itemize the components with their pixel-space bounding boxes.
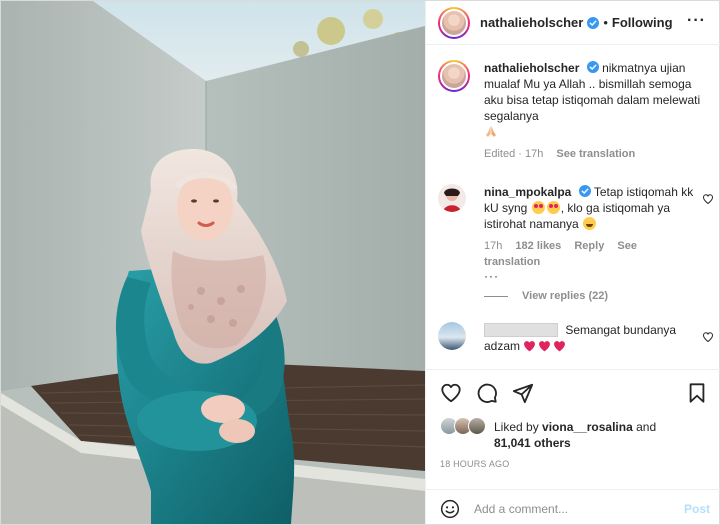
liked-by-user[interactable]: viona__rosalina bbox=[542, 420, 633, 434]
caption-see-translation[interactable]: See translation bbox=[556, 148, 635, 160]
view-replies-line bbox=[484, 295, 508, 297]
caption-avatar[interactable] bbox=[438, 60, 470, 92]
comment-like-heart-icon[interactable] bbox=[702, 331, 714, 343]
header-separator: • bbox=[603, 15, 608, 30]
grinning-emoji-icon bbox=[583, 217, 597, 230]
view-replies-button[interactable]: View replies (22) bbox=[484, 290, 608, 302]
post-actions-bar bbox=[426, 369, 720, 415]
post-photo[interactable] bbox=[1, 1, 425, 524]
caption-meta: Edited · 17h See translation bbox=[484, 146, 714, 162]
author-avatar[interactable] bbox=[438, 6, 470, 39]
post-timestamp[interactable]: 18 HOURS AGO bbox=[440, 459, 509, 469]
comment-like-heart-icon[interactable] bbox=[702, 193, 714, 205]
red-heart-emoji-icon bbox=[539, 341, 551, 352]
photo-illustration bbox=[1, 1, 425, 524]
redacted-username bbox=[484, 323, 558, 337]
comment-avatar-image bbox=[438, 322, 466, 350]
comment-avatar-image bbox=[438, 184, 466, 212]
caption-body: nathalieholscher nikmatnya ujian mualaf … bbox=[484, 60, 714, 162]
bookmark-icon[interactable] bbox=[686, 382, 708, 404]
comment-time: 17h bbox=[484, 240, 503, 252]
caption-username[interactable]: nathalieholscher bbox=[484, 61, 579, 75]
add-comment-input[interactable] bbox=[474, 500, 664, 518]
more-options-icon[interactable]: ··· bbox=[687, 13, 706, 29]
post-header: nathalieholscher • Following ··· bbox=[426, 1, 720, 45]
comment-username[interactable]: nina_mpokalpa bbox=[484, 185, 571, 199]
emoji-icon[interactable] bbox=[440, 499, 460, 519]
comment-avatar[interactable] bbox=[438, 184, 466, 212]
comment-item: nina_mpokalpa Tetap istiqomah kk kU syng… bbox=[438, 184, 714, 282]
post-side-panel: nathalieholscher • Following ··· nathali… bbox=[425, 1, 720, 525]
comment-icon[interactable] bbox=[476, 382, 498, 404]
comment-item: Semangat bundanya adzam bbox=[438, 322, 714, 354]
comment-reply-button[interactable]: Reply bbox=[574, 240, 604, 252]
likes-joiner: and bbox=[636, 420, 657, 434]
liker-avatar bbox=[468, 417, 486, 435]
praying-hands-icon bbox=[486, 126, 496, 137]
liker-avatars bbox=[440, 417, 488, 435]
caption-edited: Edited · 17h bbox=[484, 148, 544, 160]
comment-likes[interactable]: 182 likes bbox=[515, 240, 561, 252]
author-username[interactable]: nathalieholscher bbox=[480, 15, 583, 30]
instagram-post: nathalieholscher • Following ··· nathali… bbox=[0, 0, 720, 525]
add-comment-bar: Post bbox=[426, 489, 720, 525]
verified-icon bbox=[586, 61, 599, 73]
star-eyes-emoji-icon bbox=[531, 201, 545, 214]
star-eyes-emoji-icon bbox=[546, 201, 560, 214]
comment-body: Semangat bundanya adzam bbox=[484, 322, 696, 354]
red-heart-emoji-icon bbox=[554, 341, 566, 352]
following-button[interactable]: Following bbox=[612, 15, 673, 30]
post-comment-button[interactable]: Post bbox=[684, 502, 710, 516]
verified-icon bbox=[578, 185, 591, 197]
verified-icon bbox=[587, 16, 600, 29]
likes-text: Liked by viona__rosalina and 81,041 othe… bbox=[494, 419, 656, 451]
view-replies-label: View replies (22) bbox=[522, 290, 609, 302]
comments-section[interactable]: nathalieholscher nikmatnya ujian mualaf … bbox=[426, 46, 720, 368]
red-heart-emoji-icon bbox=[524, 341, 536, 352]
share-icon[interactable] bbox=[512, 382, 534, 404]
post-caption: nathalieholscher nikmatnya ujian mualaf … bbox=[438, 60, 714, 162]
heart-icon[interactable] bbox=[440, 382, 462, 404]
comment-meta: 17h 182 likes Reply See translation bbox=[484, 238, 696, 270]
author-avatar-image bbox=[440, 8, 468, 37]
likes-others[interactable]: 81,041 others bbox=[494, 436, 571, 450]
comment-body: nina_mpokalpa Tetap istiqomah kk kU syng… bbox=[484, 184, 696, 282]
comment-more-icon[interactable]: ··· bbox=[484, 270, 696, 282]
caption-avatar-image bbox=[440, 62, 468, 90]
likes-prefix: Liked by bbox=[494, 420, 539, 434]
comment-avatar[interactable] bbox=[438, 322, 466, 350]
likes-summary[interactable]: Liked by viona__rosalina and 81,041 othe… bbox=[440, 417, 710, 450]
